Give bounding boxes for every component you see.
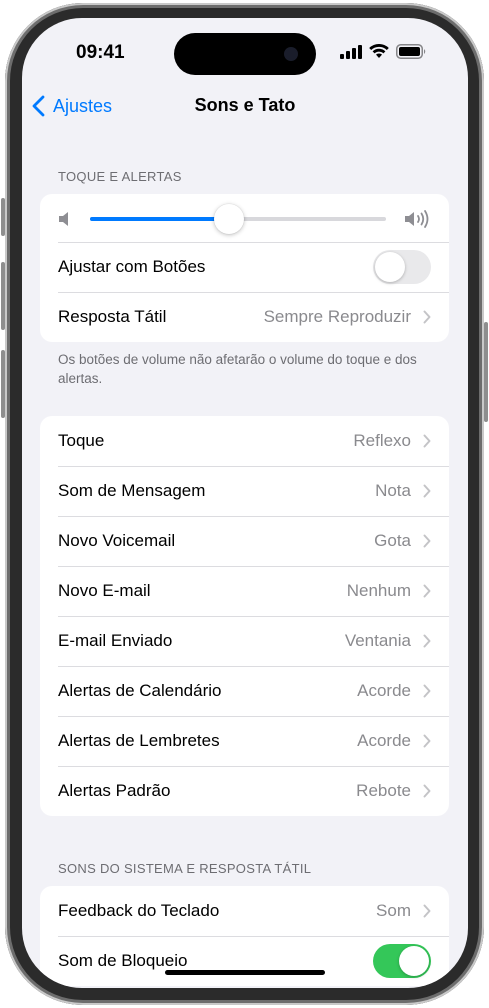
volume-slider-thumb[interactable] bbox=[214, 204, 245, 234]
chevron-right-icon bbox=[423, 784, 431, 798]
volume-footer-note: Os botões de volume não afetarão o volum… bbox=[58, 352, 417, 386]
list-item-alertas-de-calendario[interactable]: Alertas de Calendário Acorde bbox=[40, 666, 449, 716]
adjust-with-buttons-toggle[interactable] bbox=[373, 250, 431, 284]
section-header-system-sounds: SONS DO SISTEMA E RESPOSTA TÁTIL bbox=[58, 861, 312, 876]
adjust-with-buttons-label: Ajustar com Botões bbox=[58, 257, 206, 276]
speaker-high-icon bbox=[405, 210, 429, 228]
chevron-right-icon bbox=[423, 634, 431, 648]
list-item-value: Ventania bbox=[344, 631, 411, 650]
adjust-with-buttons-row: Ajustar com Botões bbox=[40, 242, 449, 292]
chevron-right-icon bbox=[423, 584, 431, 598]
list-item-value: Acorde bbox=[357, 681, 411, 700]
list-item-label: Som de Mensagem bbox=[58, 481, 206, 500]
list-item-label: Alertas de Calendário bbox=[58, 681, 222, 700]
list-item-value: Reflexo bbox=[353, 431, 411, 450]
list-item-label: Novo Voicemail bbox=[58, 531, 176, 550]
status-time: 09:41 bbox=[76, 42, 125, 63]
list-item-value: Nota bbox=[375, 481, 411, 500]
list-item-label: Novo E-mail bbox=[58, 581, 151, 600]
list-item-alertas-de-lembretes[interactable]: Alertas de Lembretes Acorde bbox=[40, 716, 449, 766]
haptic-response-value: Sempre Reproduzir bbox=[263, 307, 411, 326]
chevron-right-icon bbox=[423, 484, 431, 498]
cellular-signal-icon bbox=[340, 45, 362, 59]
battery-icon bbox=[396, 44, 426, 59]
page-title: Sons e Tato bbox=[194, 95, 296, 115]
list-item-label: Toque bbox=[58, 431, 105, 450]
list-item-label: E-mail Enviado bbox=[58, 631, 173, 650]
chevron-right-icon bbox=[423, 310, 431, 324]
toggle-knob bbox=[399, 946, 429, 976]
side-button-volume-down bbox=[1, 350, 5, 418]
volume-slider-fill bbox=[90, 217, 230, 221]
list-item-value: Nenhum bbox=[346, 581, 411, 600]
toggle-knob bbox=[375, 252, 405, 282]
camera-icon bbox=[284, 47, 298, 61]
list-item-label: Alertas de Lembretes bbox=[58, 731, 220, 750]
list-item-novo-e-mail[interactable]: Novo E-mail Nenhum bbox=[40, 566, 449, 616]
wifi-icon bbox=[369, 44, 389, 58]
dynamic-island bbox=[174, 33, 316, 75]
chevron-right-icon bbox=[423, 684, 431, 698]
home-indicator bbox=[165, 970, 325, 975]
speaker-low-icon bbox=[59, 212, 68, 226]
lock-sound-label: Som de Bloqueio bbox=[58, 951, 188, 970]
sounds-group: Toque Reflexo Som de Mensagem Nota Novo … bbox=[40, 416, 449, 816]
keyboard-feedback-value: Som bbox=[376, 901, 411, 920]
chevron-right-icon bbox=[423, 534, 431, 548]
list-item-value: Acorde bbox=[357, 731, 411, 750]
list-item-toque[interactable]: Toque Reflexo bbox=[40, 416, 449, 466]
volume-slider[interactable] bbox=[90, 204, 386, 234]
ringtone-alerts-group: Ajustar com Botões Resposta Tátil Sempre… bbox=[40, 194, 449, 342]
keyboard-feedback-label: Feedback do Teclado bbox=[58, 901, 220, 920]
chevron-right-icon bbox=[423, 434, 431, 448]
list-item-alertas-padrao[interactable]: Alertas Padrão Rebote bbox=[40, 766, 449, 816]
list-item-value: Rebote bbox=[356, 781, 411, 800]
lock-sound-row: Som de Bloqueio bbox=[40, 936, 449, 986]
volume-slider-row bbox=[40, 194, 449, 242]
haptic-response-row[interactable]: Resposta Tátil Sempre Reproduzir bbox=[40, 292, 449, 342]
side-button-volume-up bbox=[1, 262, 5, 330]
keyboard-feedback-row[interactable]: Feedback do Teclado Som bbox=[40, 886, 449, 936]
chevron-right-icon bbox=[423, 904, 431, 918]
list-item-e-mail-enviado[interactable]: E-mail Enviado Ventania bbox=[40, 616, 449, 666]
side-button-power bbox=[484, 322, 488, 422]
list-item-label: Alertas Padrão bbox=[58, 781, 171, 800]
lock-sound-toggle[interactable] bbox=[373, 944, 431, 978]
list-item-value: Gota bbox=[374, 531, 411, 550]
chevron-right-icon bbox=[423, 734, 431, 748]
list-item-som-de-mensagem[interactable]: Som de Mensagem Nota bbox=[40, 466, 449, 516]
screen: 09:41 Ajustes Sons e Tato TOQUE E ALERTA… bbox=[22, 18, 468, 988]
list-item-novo-voicemail[interactable]: Novo Voicemail Gota bbox=[40, 516, 449, 566]
haptic-response-label: Resposta Tátil bbox=[58, 307, 167, 326]
section-header-ringtone-alerts: TOQUE E ALERTAS bbox=[58, 169, 182, 184]
side-button-action bbox=[1, 198, 5, 236]
